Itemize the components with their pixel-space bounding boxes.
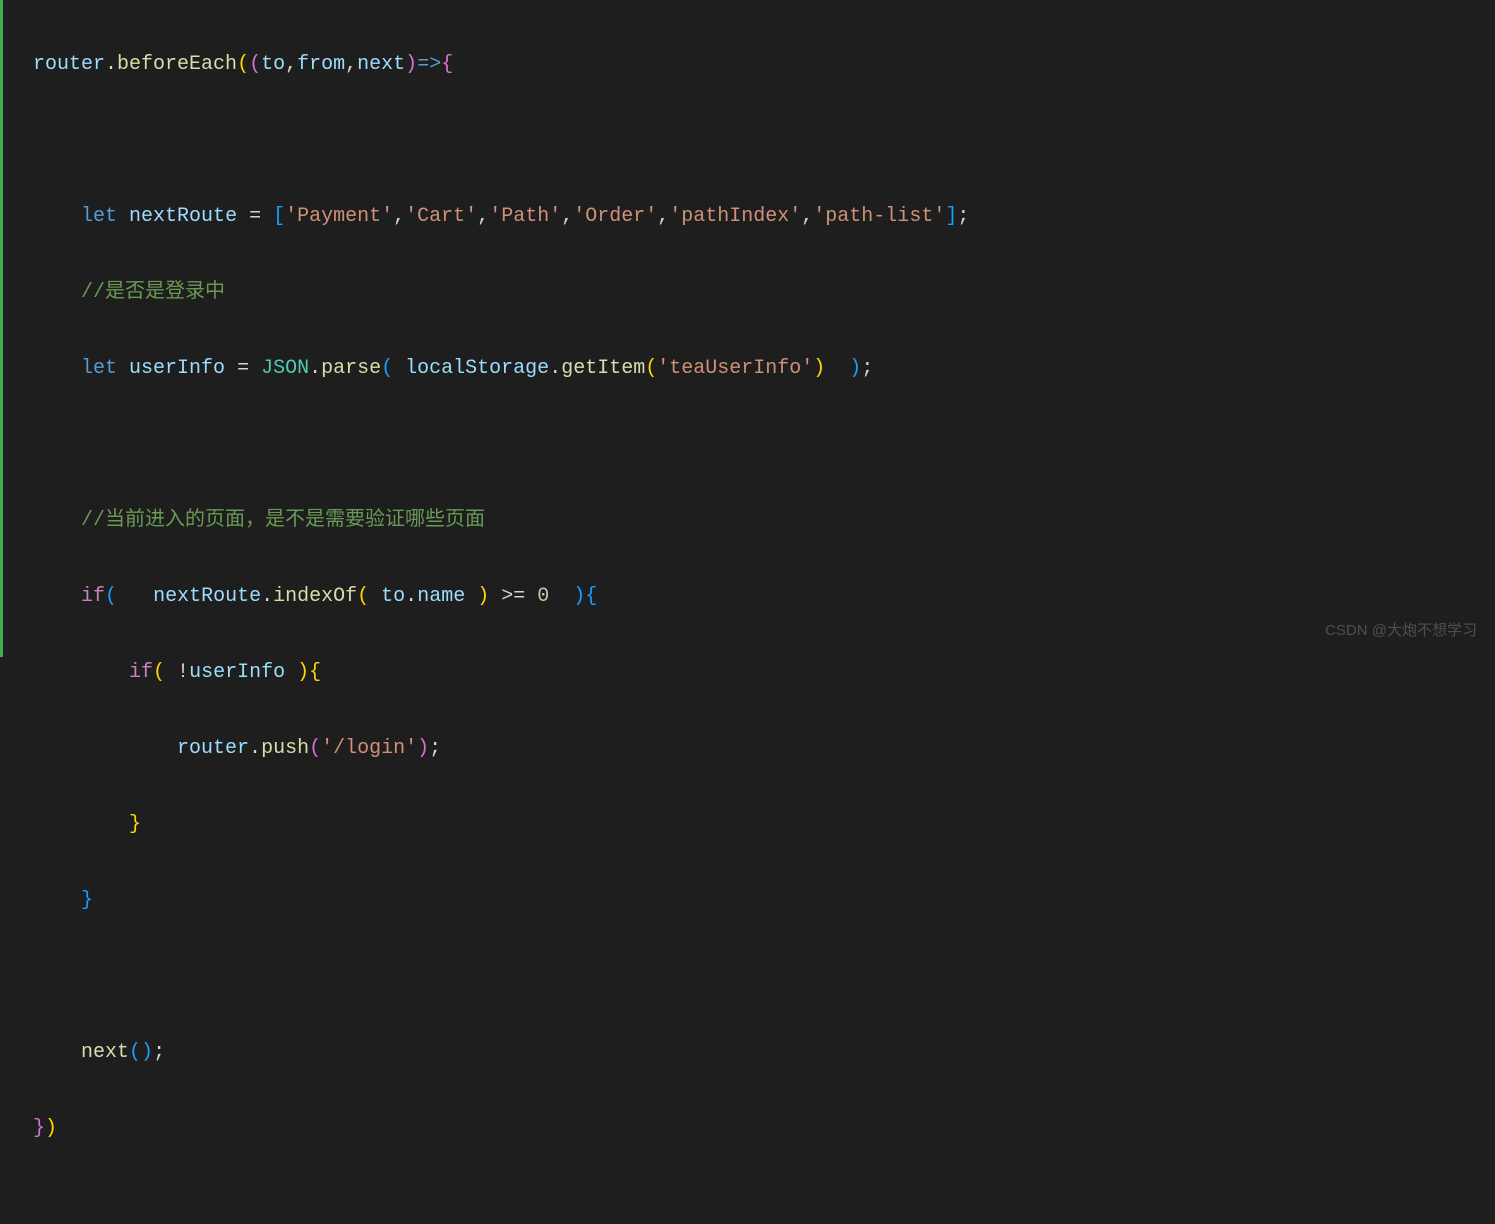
code-line: if( !userInfo ){	[33, 654, 969, 692]
code-line: //当前进入的页面，是不是需要验证哪些页面	[33, 502, 969, 540]
code-line: //是否是登录中	[33, 274, 969, 312]
comment: //是否是登录中	[81, 281, 225, 304]
code-editor: router.beforeEach((to,from,next)=>{ let …	[0, 0, 1495, 657]
code-line: next();	[33, 1034, 969, 1072]
code-line	[33, 426, 969, 464]
code-line: }	[33, 882, 969, 920]
code-line: let userInfo = JSON.parse( localStorage.…	[33, 350, 969, 388]
code-line: if( nextRoute.indexOf( to.name ) >= 0 ){	[33, 578, 969, 616]
method: beforeEach	[117, 53, 237, 76]
code-line: let nextRoute = ['Payment','Cart','Path'…	[33, 198, 969, 236]
code-content[interactable]: router.beforeEach((to,from,next)=>{ let …	[3, 0, 969, 657]
identifier: router	[33, 53, 105, 76]
code-line: router.beforeEach((to,from,next)=>{	[33, 46, 969, 84]
code-line	[33, 958, 969, 996]
code-line	[33, 122, 969, 160]
code-line: }	[33, 806, 969, 844]
comment: //当前进入的页面，是不是需要验证哪些页面	[81, 509, 485, 532]
watermark: CSDN @大炮不想学习	[1325, 617, 1477, 646]
code-line: })	[33, 1110, 969, 1148]
code-line: router.push('/login');	[33, 730, 969, 768]
